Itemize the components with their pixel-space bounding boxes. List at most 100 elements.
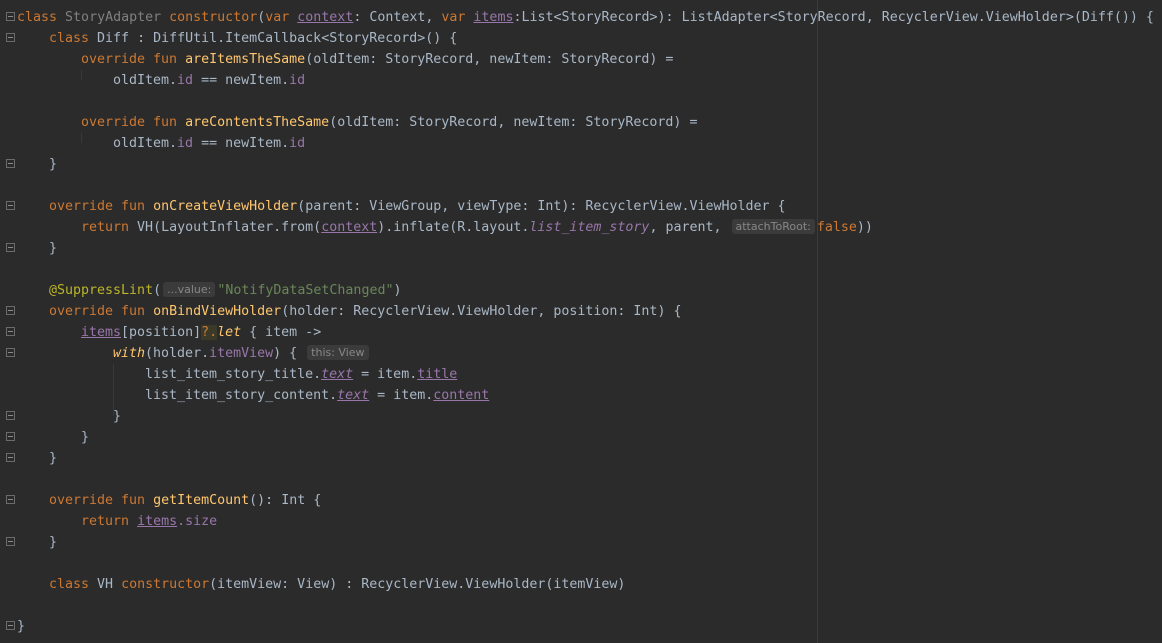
code-text: = item. [353,367,418,382]
code-text: (): Int { [249,493,322,508]
keyword: constructor [169,10,258,25]
function-name: onBindViewHolder [153,304,282,319]
code-text: , parent, [649,220,730,235]
fold-toggle-icon[interactable] [6,306,15,315]
annotation: @SuppressLint [49,283,154,298]
code-line[interactable]: } [49,532,57,553]
property-reference: id [177,73,194,88]
property-reference: itemView [209,346,274,361]
code-text: VH(LayoutInflater.from( [129,220,322,235]
fold-toggle-icon[interactable] [6,243,15,252]
code-text: (itemView: View) : RecyclerView.ViewHold… [209,577,626,592]
property-reference: id [289,136,306,151]
closing-brace: } [49,451,58,466]
string-literal: "NotifyDataSetChanged" [217,283,394,298]
closing-brace: } [113,409,122,424]
fold-toggle-icon[interactable] [6,537,15,546]
property-reference: items [81,325,122,340]
code-line[interactable]: class Diff : DiffUtil.ItemCallback<Story… [49,28,457,49]
property-reference: id [289,73,306,88]
fold-toggle-icon[interactable] [6,432,15,441]
fold-toggle-icon[interactable] [6,621,15,630]
code-line[interactable]: return items.size [81,511,217,532]
fold-toggle-icon[interactable] [6,12,15,21]
code-line[interactable]: with(holder.itemView) { this: View [113,343,371,364]
code-text: ) { [273,346,306,361]
property-reference: content [433,388,490,403]
code-line[interactable]: return VH(LayoutInflater.from(context).i… [81,217,873,238]
code-line[interactable]: items[position]?.let { item -> [81,322,321,343]
code-line[interactable]: oldItem.id == newItem.id [113,70,305,91]
code-line[interactable]: oldItem.id == newItem.id [113,133,305,154]
code-text: )) [856,220,873,235]
property-reference: items [473,10,514,25]
code-text: Diff : DiffUtil.ItemCallback<StoryRecord… [89,31,458,46]
code-line[interactable]: @SuppressLint(...value: "NotifyDataSetCha… [49,280,401,301]
code-editor[interactable]: class StoryAdapter constructor ( var conte… [0,0,1162,643]
fold-toggle-icon[interactable] [6,327,15,336]
code-text: == newItem. [193,136,290,151]
code-text: : Context, [353,10,442,25]
keyword: var [265,10,290,25]
class-name: StoryAdapter [65,10,162,25]
fold-toggle-icon[interactable] [6,33,15,42]
fold-toggle-icon[interactable] [6,348,15,357]
property-reference: context [321,220,378,235]
indent-guide [81,133,82,143]
fold-toggle-icon[interactable] [6,453,15,462]
code-text: :List<StoryRecord>): ListAdapter<StoryRe… [513,10,1154,25]
code-line[interactable]: } [49,238,57,259]
property-reference: .size [177,514,218,529]
code-text: ).inflate(R.layout. [377,220,530,235]
function-name: areContentsTheSame [185,115,330,130]
code-text: [position] [121,325,202,340]
code-text: ) [393,283,402,298]
code-line[interactable]: list_item_story_title.text = item.title [145,364,457,385]
closing-brace: } [49,157,58,172]
code-line[interactable]: } [17,616,25,637]
fold-toggle-icon[interactable] [6,201,15,210]
code-text: ( [153,283,162,298]
keyword: override fun [49,493,146,508]
function-name: getItemCount [153,493,250,508]
code-text: == newItem. [193,73,290,88]
function-name: onCreateViewHolder [153,199,298,214]
safe-call-operator: ?. [201,325,218,340]
parameter-hint: ...value: [163,282,216,297]
property-reference: title [417,367,458,382]
property-reference: text [321,367,354,382]
keyword: override fun [81,115,178,130]
keyword: class [49,31,90,46]
code-text: list_item_story_content. [145,388,338,403]
keyword: class [49,577,90,592]
class-name: VH [89,577,122,592]
code-line[interactable]: } [49,154,57,175]
closing-brace: } [49,535,58,550]
keyword: override fun [49,199,146,214]
code-text: (parent: ViewGroup, viewType: Int): Recy… [297,199,786,214]
code-line[interactable]: class StoryAdapter constructor(var conte… [17,7,1154,28]
code-line[interactable]: override fun onCreateViewHolder(parent: … [49,196,786,217]
fold-toggle-icon[interactable] [6,159,15,168]
code-line[interactable]: override fun getItemCount(): Int { [49,490,321,511]
keyword: class [17,10,58,25]
code-text: (holder: RecyclerView.ViewHolder, positi… [281,304,682,319]
code-line[interactable]: } [81,427,89,448]
fold-toggle-icon[interactable] [6,411,15,420]
code-line[interactable]: list_item_story_content.text = item.cont… [145,385,489,406]
code-line[interactable]: override fun areContentsTheSame(oldItem:… [81,112,697,133]
code-text: list_item_story_title. [145,367,322,382]
code-line[interactable]: } [49,448,57,469]
code-text: oldItem. [113,73,178,88]
code-text: oldItem. [113,136,178,151]
fold-toggle-icon[interactable] [6,495,15,504]
editor-gutter [0,0,16,643]
keyword: return [81,220,130,235]
code-line[interactable]: } [113,406,121,427]
code-line[interactable]: override fun areItemsTheSame(oldItem: St… [81,49,673,70]
keyword: false [816,220,857,235]
property-reference: items [137,514,178,529]
code-text: (oldItem: StoryRecord, newItem: StoryRec… [329,115,698,130]
code-line[interactable]: class VH constructor(itemView: View) : R… [49,574,625,595]
code-line[interactable]: override fun onBindViewHolder(holder: Re… [49,301,681,322]
